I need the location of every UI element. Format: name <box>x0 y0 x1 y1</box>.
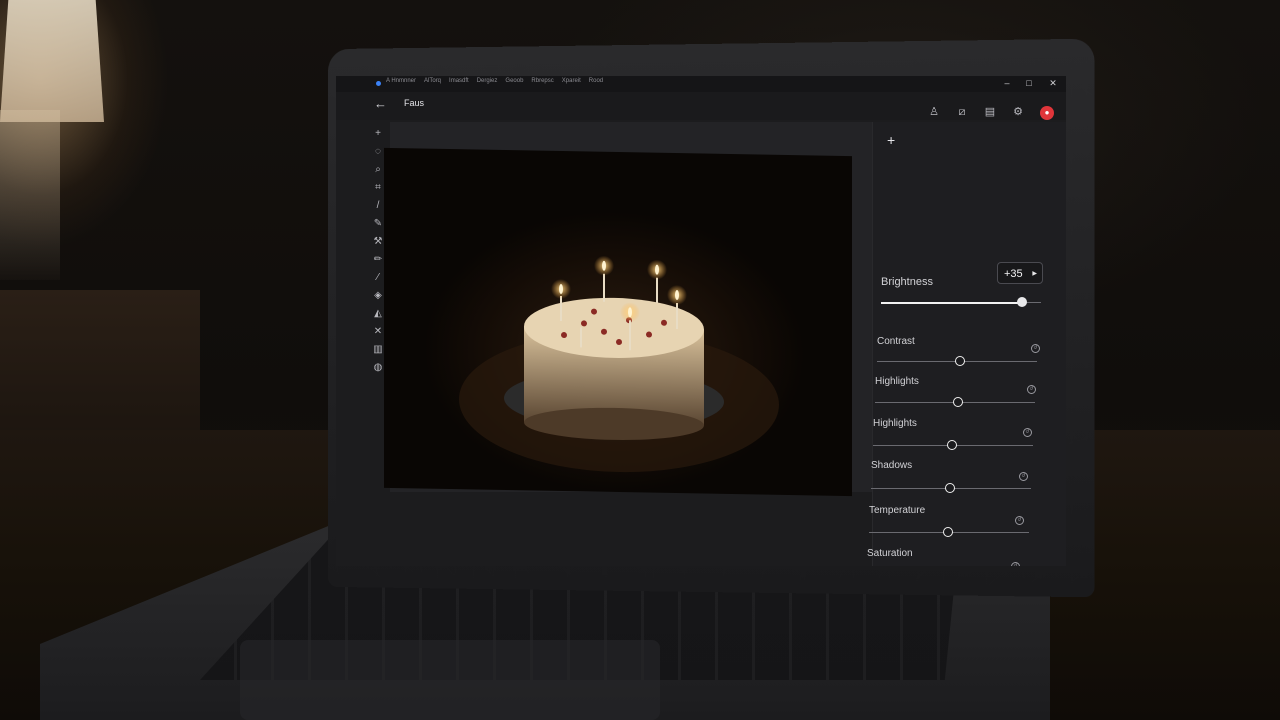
brush-icon[interactable]: / <box>372 200 384 212</box>
menu-item[interactable]: Rood <box>589 78 603 84</box>
highlights-slider-knob-2[interactable] <box>947 440 957 450</box>
menu-item[interactable]: Imasdft <box>449 78 469 84</box>
menu-item[interactable]: A Hnmnner <box>386 78 416 84</box>
brightness-value: +35 <box>1004 268 1023 280</box>
stamp-icon[interactable]: ▥ <box>372 344 384 356</box>
adjustments-panel: + +35 ▶ Brightness Contrast ↺ Highlights… <box>867 122 1066 566</box>
shadows-reset-icon[interactable]: ↺ <box>1019 472 1028 481</box>
menu-bar: A Hnmnner AlTorq Imasdft Dergiez Geoob R… <box>386 78 603 84</box>
transform-icon[interactable]: ✕ <box>372 326 384 338</box>
contrast-reset-icon[interactable]: ↺ <box>1031 344 1040 353</box>
menu-item[interactable]: Geoob <box>505 78 523 84</box>
highlights-label-2: Highlights <box>873 418 917 429</box>
back-arrow-icon[interactable]: ← <box>374 96 387 111</box>
eyedropper-icon[interactable]: ⁄ <box>372 272 384 284</box>
birthday-cake-image <box>459 255 779 473</box>
temperature-slider-knob[interactable] <box>943 527 953 537</box>
laptop-trackpad <box>240 640 660 720</box>
lamp-shade <box>0 0 104 122</box>
contrast-slider-knob[interactable] <box>955 356 965 366</box>
contrast-label: Contrast <box>877 336 915 347</box>
brightness-value-box[interactable]: +35 ▶ <box>997 262 1043 284</box>
saturation-label: Saturation <box>867 548 913 559</box>
hammer-icon[interactable]: ⚒ <box>372 236 384 248</box>
pencil-icon[interactable]: ✏ <box>372 254 384 266</box>
highlights-slider-knob[interactable] <box>953 397 963 407</box>
record-icon[interactable]: ● <box>1040 106 1054 120</box>
saturation-reset-icon[interactable]: ↺ <box>1011 562 1020 566</box>
add-icon[interactable]: + <box>372 128 384 140</box>
minimize-button[interactable]: – <box>1000 78 1014 88</box>
zoom-icon[interactable]: ⌕ <box>372 164 384 176</box>
temperature-reset-icon[interactable]: ↺ <box>1015 516 1024 525</box>
shadows-slider-knob[interactable] <box>945 483 955 493</box>
menu-item[interactable]: Rbrepsc <box>531 78 553 84</box>
brightness-slider-knob[interactable] <box>1017 297 1027 307</box>
app-icon <box>376 81 381 86</box>
lamp-glow <box>0 110 60 280</box>
person-adjust-icon[interactable]: ♙ <box>926 104 942 120</box>
highlights-reset-icon[interactable]: ↺ <box>1027 385 1036 394</box>
eraser-icon[interactable]: ◈ <box>372 290 384 302</box>
temperature-label: Temperature <box>869 505 926 516</box>
document-title: Faus <box>404 98 425 108</box>
color-icon[interactable]: ◍ <box>372 362 384 374</box>
brightness-label: Brightness <box>881 276 933 288</box>
highlights-label: Highlights <box>875 376 919 387</box>
shadows-label: Shadows <box>871 460 913 471</box>
brightness-slider-fill <box>881 302 1022 304</box>
play-arrow-icon: ▶ <box>1032 271 1037 277</box>
maximize-button[interactable]: □ <box>1022 78 1036 88</box>
crop-tool-icon[interactable]: ⌗ <box>372 182 384 194</box>
photo-canvas[interactable] <box>384 147 852 497</box>
crop-icon[interactable]: ⧄ <box>954 104 970 120</box>
pen-icon[interactable]: ✎ <box>372 218 384 230</box>
close-button[interactable]: ✕ <box>1046 78 1060 89</box>
layers-icon[interactable]: ▤ <box>982 104 998 120</box>
fill-icon[interactable]: ◭ <box>372 308 384 320</box>
app-window: A Hnmnner AlTorq Imasdft Dergiez Geoob R… <box>336 76 1066 566</box>
lasso-icon[interactable]: ◌ <box>372 146 384 158</box>
add-adjustment-button[interactable]: + <box>887 132 895 148</box>
menu-item[interactable]: Xpareit <box>562 78 581 84</box>
settings-icon[interactable]: ⚙ <box>1010 104 1026 120</box>
menu-item[interactable]: Dergiez <box>477 78 498 84</box>
menu-item[interactable]: AlTorq <box>424 78 441 84</box>
highlights-reset-icon-2[interactable]: ↺ <box>1023 428 1032 437</box>
